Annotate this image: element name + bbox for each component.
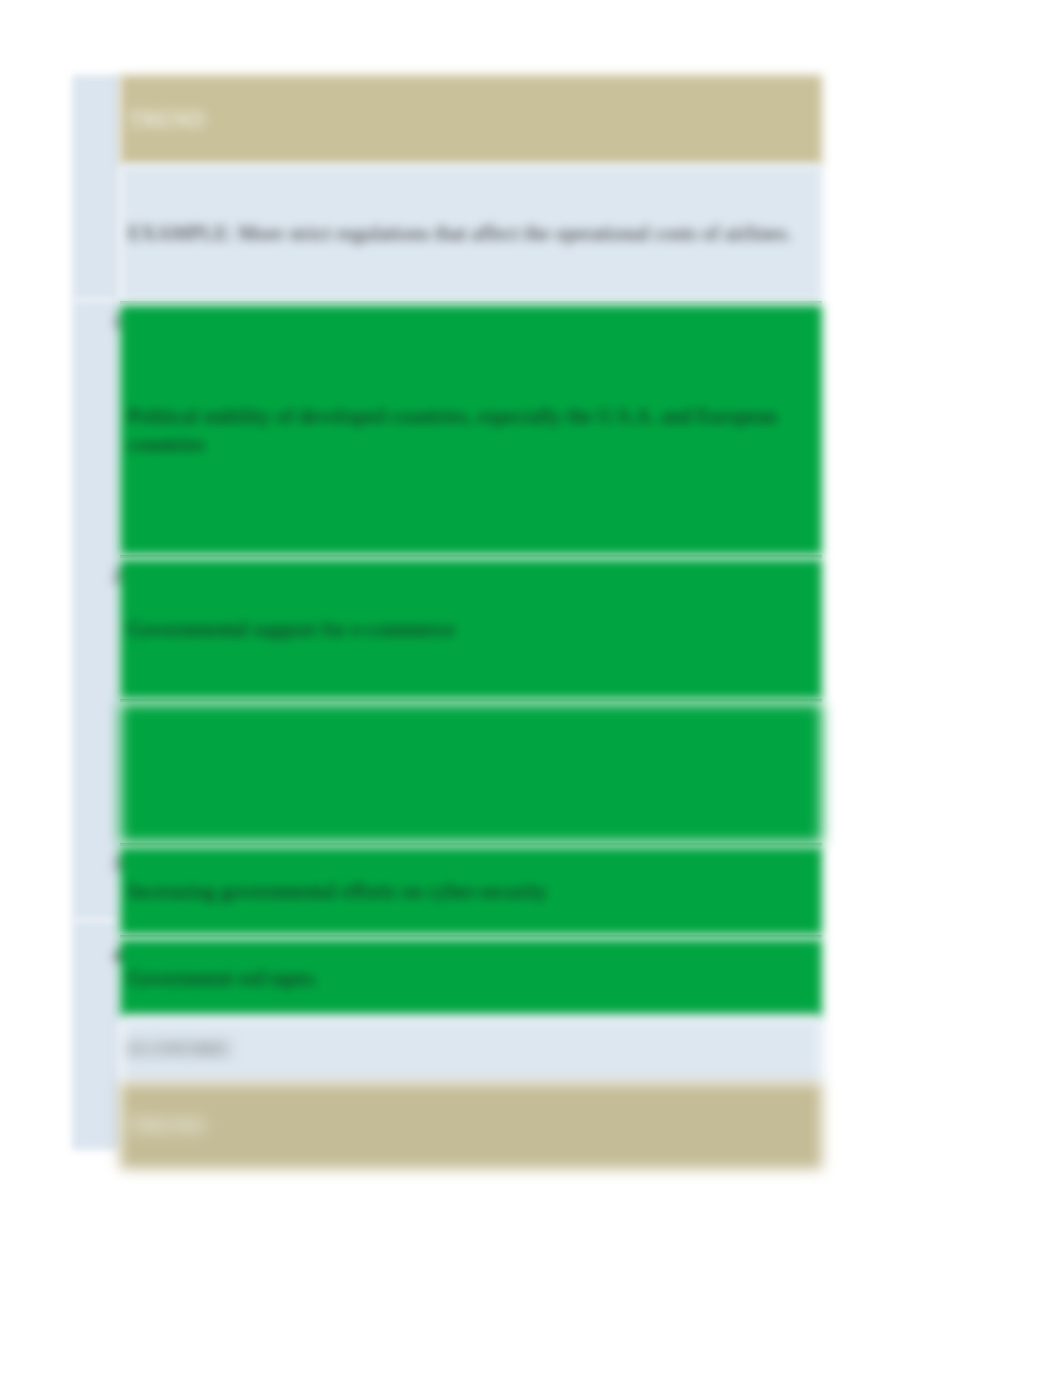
content-column: TREND EXAMPLE: More strict regulations t… xyxy=(120,75,822,1169)
row-text: Government red tapes. xyxy=(128,964,319,992)
row-number: 2 xyxy=(112,565,122,588)
trend-header: TREND xyxy=(120,75,822,165)
economic-section-label: ECONOMIC xyxy=(120,1017,822,1083)
row-number: 1 xyxy=(112,311,122,334)
table-row xyxy=(120,703,822,843)
row-number: 3 xyxy=(112,853,122,876)
table-row: 4 Government red tapes. xyxy=(120,939,822,1017)
left-rail-segment xyxy=(72,300,120,920)
trend-header-label: TREND xyxy=(128,1110,205,1141)
row-number: 4 xyxy=(112,945,122,968)
left-rail-segment xyxy=(72,75,120,300)
trend-header: TREND xyxy=(120,1083,822,1169)
row-text: Political stability of developed countri… xyxy=(128,402,812,459)
example-row: EXAMPLE: More strict regulations that af… xyxy=(120,165,822,301)
table-row: 2 Governmental support for e-commerce xyxy=(120,559,822,699)
row-text: Governmental support for e-commerce xyxy=(128,615,455,643)
table-row: 1 Political stability of developed count… xyxy=(120,305,822,555)
table-row: 3 Increasing governmental efforts on cyb… xyxy=(120,847,822,935)
row-text: Increasing governmental efforts on cyber… xyxy=(128,877,547,905)
economic-label-text: ECONOMIC xyxy=(128,1037,233,1063)
trend-header-label: TREND xyxy=(128,104,205,135)
example-text: EXAMPLE: More strict regulations that af… xyxy=(128,219,792,247)
